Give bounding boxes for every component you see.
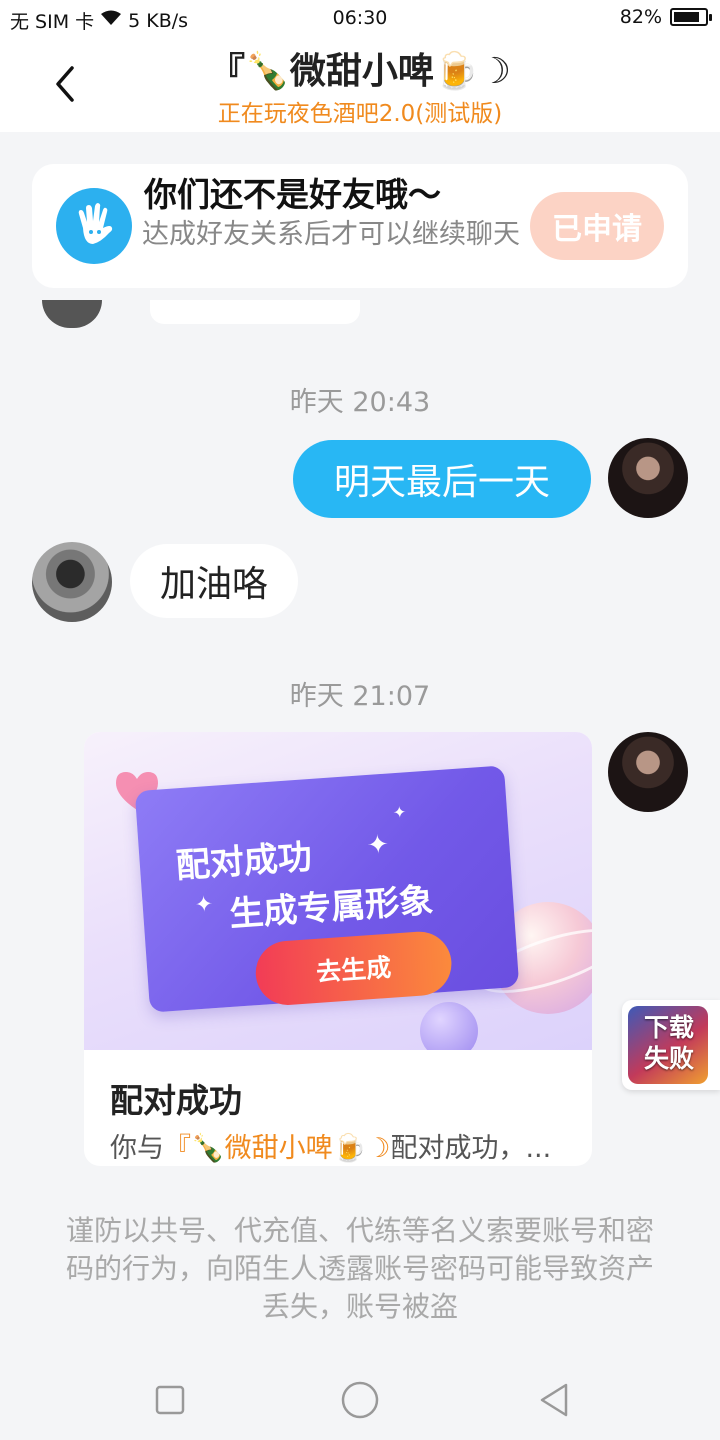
avatar[interactable]: [608, 438, 688, 518]
circle-icon: [341, 1381, 379, 1419]
friend-notice-description: 达成好友关系后才可以继续聊天: [142, 219, 520, 250]
previous-message-peek: [150, 300, 360, 324]
square-icon: [155, 1385, 185, 1415]
sparkle-icon: ✦: [193, 892, 215, 919]
generate-button[interactable]: 去生成: [253, 929, 454, 1008]
status-time: 06:30: [332, 7, 388, 29]
avatar-peek: [42, 300, 102, 328]
battery-percent: 82%: [619, 6, 662, 28]
chat-subtitle[interactable]: 正在玩夜色酒吧2.0(测试版): [0, 94, 720, 128]
avatar[interactable]: [32, 542, 112, 622]
recents-button[interactable]: [148, 1378, 192, 1422]
friend-notice-card: 你们还不是好友哦～ 达成好友关系后才可以继续聊天 已申请: [32, 164, 688, 288]
security-warning: 谨防以共号、代充值、代练等名义索要账号和密码的行为，向陌生人透露账号密码可能导致…: [65, 1214, 654, 1323]
timestamp: 昨天 20:43: [289, 387, 431, 418]
banner-panel: 配对成功 ✦ ✦ ✦ 生成专属形象 去生成: [134, 765, 520, 1013]
message-bubble-outgoing[interactable]: 明天最后一天: [293, 440, 591, 518]
match-card-title: 配对成功: [110, 1081, 242, 1120]
match-card-description: 你与『🍾微甜小啤🍺☽配对成功，...: [110, 1126, 586, 1165]
desc-prefix: 你与: [110, 1133, 164, 1164]
sparkle-icon: ✦: [366, 829, 390, 862]
home-button[interactable]: [338, 1378, 382, 1422]
desc-name: 『🍾微甜小啤🍺☽: [164, 1133, 391, 1164]
match-banner[interactable]: 配对成功 ✦ ✦ ✦ 生成专属形象 去生成: [84, 732, 592, 1050]
sparkle-icon: ✦: [392, 802, 407, 823]
back-nav-button[interactable]: [532, 1378, 576, 1422]
waving-hand-icon: [56, 188, 132, 264]
chat-title: 『🍾微甜小啤🍺☽: [209, 51, 511, 92]
status-bar: 无 SIM 卡 5 KB/s 06:30 82%: [0, 0, 720, 38]
battery-icon: [670, 8, 712, 26]
chat-header: 『🍾微甜小啤🍺☽ 正在玩夜色酒吧2.0(测试版): [0, 38, 720, 132]
ball-decoration: [420, 1002, 478, 1050]
system-nav-bar: [0, 1358, 720, 1440]
download-status-label: 下载失败: [643, 1013, 694, 1073]
applied-button[interactable]: 已申请: [530, 192, 664, 260]
banner-line-2: 生成专属形象: [228, 880, 435, 935]
avatar[interactable]: [608, 732, 688, 812]
triangle-back-icon: [540, 1383, 568, 1417]
friend-notice-title: 你们还不是好友哦～: [144, 175, 441, 214]
match-success-card[interactable]: 配对成功 ✦ ✦ ✦ 生成专属形象 去生成 配对成功 你与『🍾微甜小啤🍺☽配对成…: [84, 732, 592, 1166]
message-bubble-incoming[interactable]: 加油咯: [130, 544, 298, 618]
timestamp: 昨天 21:07: [289, 681, 431, 712]
desc-suffix: 配对成功，...: [390, 1133, 552, 1164]
download-status-widget[interactable]: 下载失败: [622, 1000, 720, 1090]
banner-line-1: 配对成功: [174, 837, 314, 887]
